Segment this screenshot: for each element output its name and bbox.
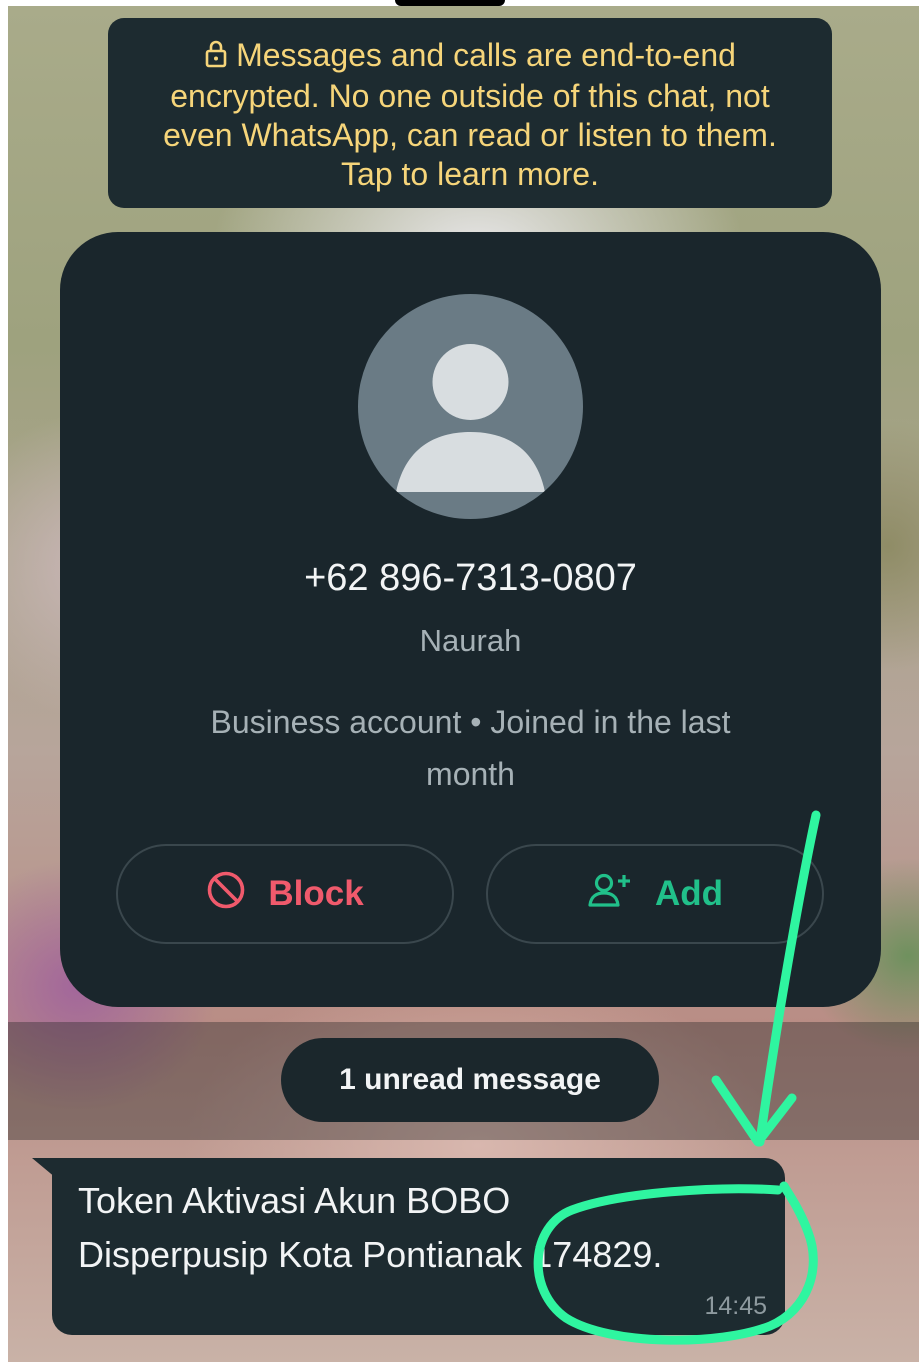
account-info-line-1: Business account • Joined in the last <box>210 704 731 740</box>
add-label: Add <box>654 874 724 913</box>
chat-screen: Messages and calls are end-to-end encryp… <box>0 0 919 1362</box>
message-line-2: Disperpusip Kota Pontianak 174829. <box>78 1234 663 1275</box>
encryption-notice-line-1: Messages and calls are end-to-end <box>128 36 812 77</box>
account-info-line-2: month <box>426 756 515 792</box>
encryption-notice-line-2: encrypted. No one outside of this chat, … <box>170 78 770 114</box>
encryption-notice[interactable]: Messages and calls are end-to-end encryp… <box>108 18 832 208</box>
avatar[interactable] <box>358 294 583 519</box>
encryption-notice-line-4: Tap to learn more. <box>341 156 599 192</box>
contact-name: Naurah <box>419 623 522 658</box>
add-contact-button[interactable]: Add <box>486 844 824 944</box>
account-info: Business account • Joined in the last mo… <box>150 696 791 800</box>
add-person-icon <box>587 870 633 919</box>
lock-icon <box>204 38 228 77</box>
encryption-notice-line-3: even WhatsApp, can read or listen to the… <box>163 117 777 153</box>
block-button[interactable]: Block <box>116 844 454 944</box>
top-edge <box>395 0 505 6</box>
message-bubble[interactable]: Token Aktivasi Akun BOBO Disperpusip Kot… <box>52 1158 785 1335</box>
message-text: Token Aktivasi Akun BOBO Disperpusip Kot… <box>78 1174 768 1282</box>
block-label: Block <box>268 874 364 913</box>
unread-messages-pill: 1 unread message <box>281 1038 659 1122</box>
contact-phone: +62 896-7313-0807 <box>304 557 637 599</box>
block-icon <box>206 870 246 919</box>
unread-label: 1 unread message <box>339 1063 601 1096</box>
person-icon <box>396 344 545 492</box>
message-time: 14:45 <box>704 1292 767 1320</box>
message-line-1: Token Aktivasi Akun BOBO <box>78 1180 511 1221</box>
contact-card: +62 896-7313-0807 Naurah Business accoun… <box>60 232 881 1007</box>
